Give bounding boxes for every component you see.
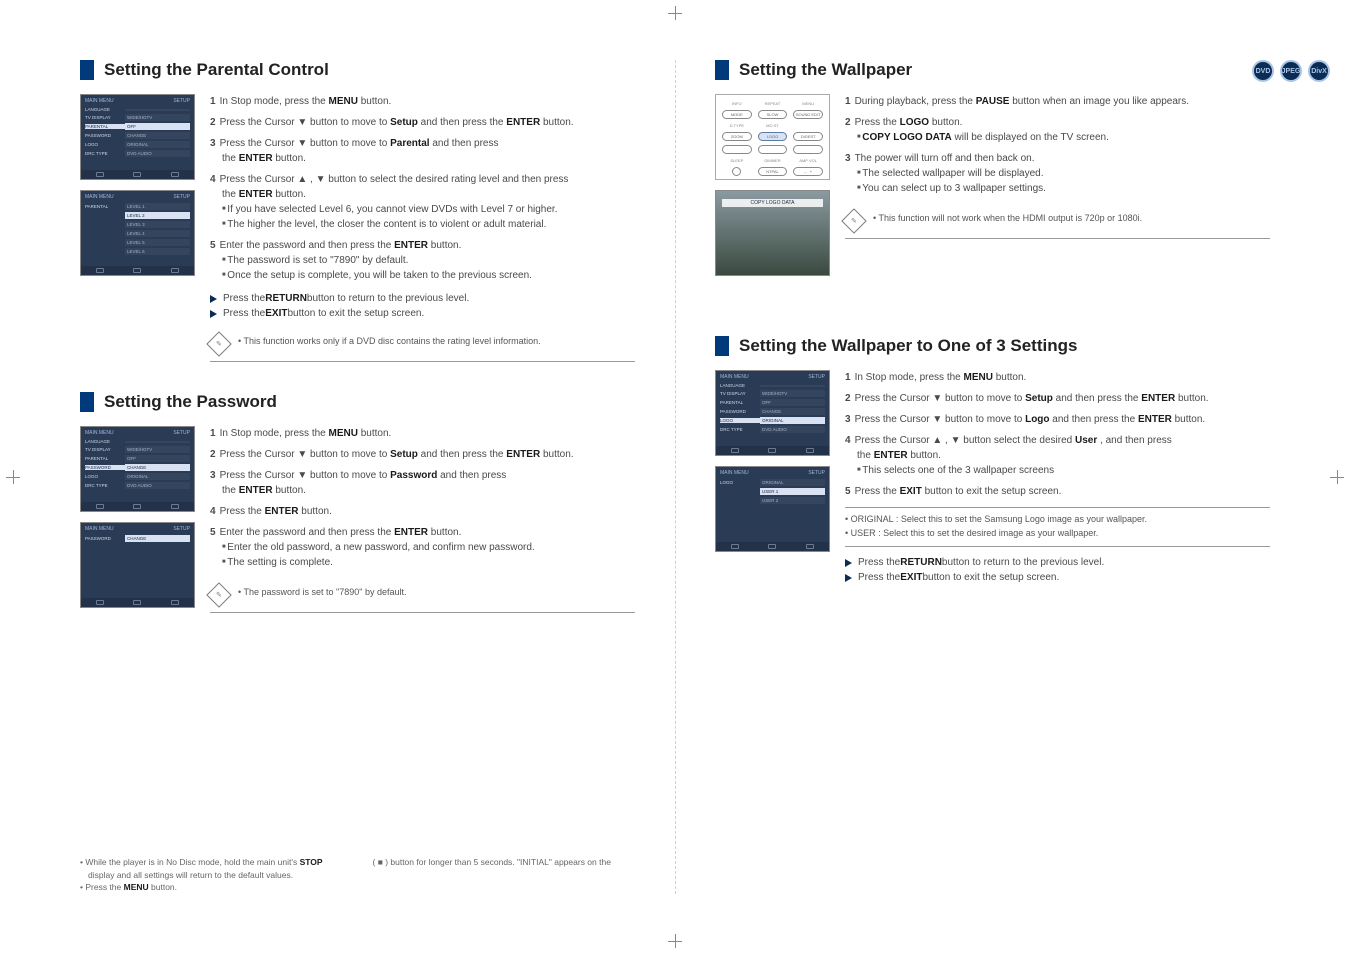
title-block-icon (80, 392, 94, 412)
badge-divx: DivX (1308, 60, 1330, 82)
badge-dvd: DVD (1252, 60, 1274, 82)
page-right: DVD JPEG DivX Setting the Wallpaper INFO… (675, 0, 1350, 954)
separator (210, 361, 635, 362)
remote-control-diagram: INFOREPEATMENU MODESLOWSOUND EDIT D.TYPE… (715, 94, 830, 180)
note-icon: ✎ (206, 582, 231, 607)
menu-screenshot-password-2: MAIN MENUSETUP PASSWORDCHANGE (80, 522, 195, 608)
menu-screenshot-password-1: MAIN MENUSETUP LANGUAGE TV DISPLAYWIDE/H… (80, 426, 195, 512)
menu-screenshot-parental-2: MAIN MENUSETUP PARENTALLEVEL 1 LEVEL 2 L… (80, 190, 195, 276)
title-text: Setting the Wallpaper to One of 3 Settin… (739, 336, 1077, 356)
note-wallpaper: ✎ This function will not work when the H… (845, 206, 1270, 230)
note-password: ✎ The password is set to "7890" by defau… (210, 580, 635, 604)
chevron-icon (210, 295, 217, 303)
menu-screenshot-logo-2: MAIN MENUSETUP LOGOORIGINAL USER 1 USER … (715, 466, 830, 552)
chevron-icon (845, 574, 852, 582)
title-block-icon (715, 60, 729, 80)
section-title-wallpaper-3: Setting the Wallpaper to One of 3 Settin… (715, 336, 1270, 356)
separator (210, 612, 635, 613)
section-title-parental: Setting the Parental Control (80, 60, 635, 80)
title-text: Setting the Password (104, 392, 277, 412)
wallpaper-options-desc: ORIGINAL : Select this to set the Samsun… (845, 514, 1270, 538)
chevron-icon (210, 310, 217, 318)
title-block-icon (80, 60, 94, 80)
separator (845, 507, 1270, 508)
note-icon: ✎ (841, 208, 866, 233)
title-text: Setting the Parental Control (104, 60, 329, 80)
footnote-left-page: While the player is in No Disc mode, hol… (80, 856, 635, 894)
title-text: Setting the Wallpaper (739, 60, 912, 80)
separator (845, 546, 1270, 547)
section-title-wallpaper: Setting the Wallpaper (715, 60, 1270, 80)
wallpaper-photo: COPY LOGO DATA (715, 190, 830, 276)
title-block-icon (715, 336, 729, 356)
separator (845, 238, 1270, 239)
page-left: Setting the Parental Control MAIN MENUSE… (0, 0, 675, 954)
disc-type-badges: DVD JPEG DivX (1252, 60, 1330, 82)
section-title-password: Setting the Password (80, 392, 635, 412)
menu-screenshot-parental-1: MAIN MENUSETUP LANGUAGE TV DISPLAYWIDE/H… (80, 94, 195, 180)
note-parental: ✎ This function works only if a DVD disc… (210, 329, 635, 353)
note-icon: ✎ (206, 331, 231, 356)
badge-jpeg: JPEG (1280, 60, 1302, 82)
chevron-icon (845, 559, 852, 567)
menu-screenshot-logo-1: MAIN MENUSETUP LANGUAGE TV DISPLAYWIDE/H… (715, 370, 830, 456)
